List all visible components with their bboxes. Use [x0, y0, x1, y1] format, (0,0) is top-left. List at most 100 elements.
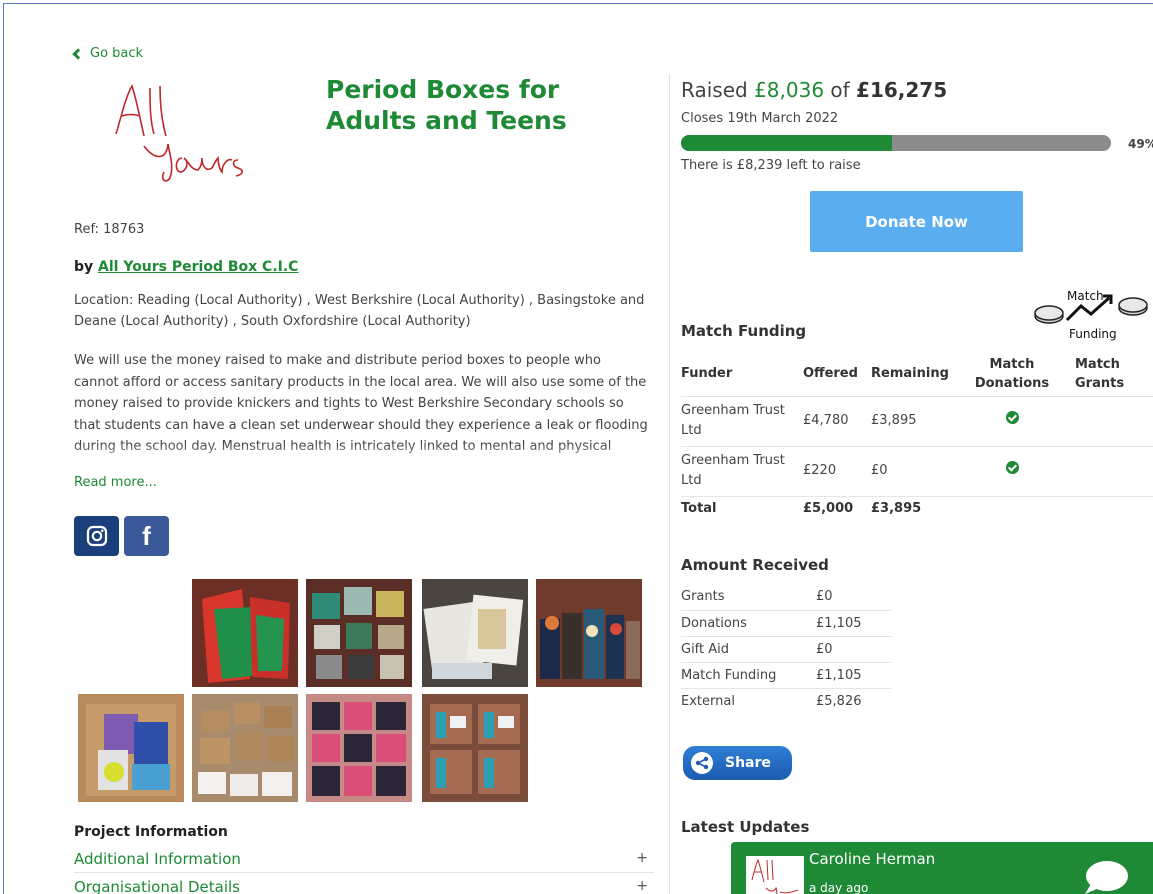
gallery-image-leaflets: [422, 579, 528, 687]
gallery-image[interactable]: [78, 694, 184, 802]
col-remaining: Remaining: [871, 366, 949, 382]
raised-amount: £8,036: [754, 78, 825, 102]
description-fade: [74, 444, 654, 468]
organisation-logo: [115, 84, 244, 182]
read-more-link[interactable]: Read more...: [74, 475, 157, 490]
raised-summary: Raised £8,036 of £16,275: [681, 78, 947, 102]
facebook-icon: f: [142, 520, 151, 551]
table-row: Gift Aid £0: [681, 636, 891, 663]
project-information-heading: Project Information: [74, 824, 228, 840]
gallery-image[interactable]: [192, 579, 298, 687]
check-circle-icon: [1005, 461, 1019, 474]
cell-offered: £4,780: [803, 395, 871, 446]
table-row: Greenham Trust Ltd £220 £0: [681, 445, 1153, 496]
raised-prefix: Raised: [681, 78, 748, 102]
left-to-raise: There is £8,239 left to raise: [681, 158, 861, 173]
donate-now-button[interactable]: Donate Now: [810, 191, 1023, 252]
plus-icon: +: [636, 878, 648, 894]
cell-match-donations: [957, 445, 1067, 496]
update-card[interactable]: Caroline Herman a day ago: [731, 842, 1153, 894]
match-logo-top: Match: [1067, 289, 1104, 303]
progress-bar: [681, 135, 1111, 151]
share-icon: [691, 752, 713, 774]
facebook-button[interactable]: f: [124, 516, 169, 556]
update-author-avatar: [746, 856, 804, 894]
chevron-left-icon: [72, 48, 84, 60]
go-back-label: Go back: [90, 46, 144, 61]
table-total-row: Total £5,000 £3,895: [681, 495, 1153, 522]
gallery-image[interactable]: [192, 694, 298, 802]
ar-value: £0: [816, 584, 891, 611]
cell-offered: £220: [803, 445, 871, 496]
match-logo-bottom: Funding: [1069, 327, 1117, 341]
col-match-donations: Match Donations: [974, 356, 1050, 391]
gallery-image[interactable]: [422, 694, 528, 802]
update-author: Caroline Herman: [809, 850, 936, 868]
progress-fill: [681, 135, 892, 151]
instagram-button[interactable]: [74, 516, 119, 556]
cell-match-grants: [1067, 395, 1153, 446]
gallery-image[interactable]: [306, 579, 412, 687]
match-funding-table: Funder Offered Remaining Match Donations…: [681, 352, 1153, 522]
col-funder: Funder: [681, 366, 733, 382]
gallery-image-pads: [306, 579, 412, 687]
share-label: Share: [725, 755, 771, 771]
table-row: Donations £1,105: [681, 610, 891, 637]
match-funding-heading: Match Funding: [681, 322, 807, 340]
byline: by All Yours Period Box C.I.C: [74, 259, 298, 275]
column-divider: [669, 74, 670, 894]
gallery-image[interactable]: [422, 579, 528, 687]
gallery-image-parcels: [192, 694, 298, 802]
progress-percent: 49%: [1128, 137, 1153, 151]
cell-remaining: £3,895: [871, 395, 957, 446]
gallery-image-knickers: [192, 579, 298, 687]
table-header-row: Funder Offered Remaining Match Donations…: [681, 352, 1153, 396]
total-remaining: £3,895: [871, 495, 957, 522]
project-ref: Ref: 18763: [74, 222, 145, 237]
match-funding-logo: Match Funding: [1034, 289, 1148, 341]
ar-label: Match Funding: [681, 662, 816, 689]
accordion-label: Additional Information: [74, 850, 241, 868]
table-row: Grants £0: [681, 584, 891, 611]
accordion-additional-information[interactable]: Additional Information +: [74, 850, 654, 873]
page-frame: Go back Period Boxes for Adults and Teen…: [3, 3, 1153, 894]
gallery-image-box: [78, 694, 184, 802]
col-offered: Offered: [803, 366, 858, 382]
closing-date: Closes 19th March 2022: [681, 111, 839, 126]
cell-funder: Greenham Trust Ltd: [681, 395, 803, 446]
latest-updates-heading: Latest Updates: [681, 818, 810, 836]
target-amount: £16,275: [856, 78, 948, 102]
raised-of: of: [830, 78, 850, 102]
byline-prefix: by: [74, 259, 94, 275]
page-title: Period Boxes for Adults and Teens: [326, 75, 567, 135]
ar-label: External: [681, 693, 735, 709]
amount-received-table: Grants £0 Donations £1,105 Gift Aid £0 Matc…: [681, 584, 891, 714]
col-match-grants: Match Grants: [1075, 356, 1125, 391]
update-time: a day ago: [809, 881, 869, 894]
ar-label: Grants: [681, 584, 816, 611]
instagram-icon: [86, 525, 107, 547]
amount-received-heading: Amount Received: [681, 556, 829, 574]
cell-remaining: £0: [871, 445, 957, 496]
cell-match-donations: [957, 395, 1067, 446]
social-links: f: [74, 516, 169, 556]
gallery-image-boxes-filled: [422, 694, 528, 802]
total-empty: [957, 495, 1067, 522]
gallery-image-bags: [536, 579, 642, 687]
total-offered: £5,000: [803, 495, 871, 522]
plus-icon: +: [636, 850, 648, 866]
table-row: Match Funding £1,105: [681, 662, 891, 689]
ar-value: £0: [816, 636, 891, 663]
go-back-link[interactable]: Go back: [72, 46, 144, 61]
ar-value: £1,105: [816, 610, 891, 637]
total-empty: [1067, 495, 1153, 522]
share-button[interactable]: Share: [683, 746, 792, 780]
gallery-image[interactable]: [306, 694, 412, 802]
cell-funder: Greenham Trust Ltd: [681, 445, 803, 496]
organisation-link[interactable]: All Yours Period Box C.I.C: [98, 259, 298, 275]
table-row: External £5,826: [681, 688, 891, 714]
accordion-organisational-details[interactable]: Organisational Details +: [74, 878, 654, 894]
accordion-label: Organisational Details: [74, 878, 240, 894]
ar-label: Donations: [681, 610, 816, 637]
gallery-image[interactable]: [536, 579, 642, 687]
